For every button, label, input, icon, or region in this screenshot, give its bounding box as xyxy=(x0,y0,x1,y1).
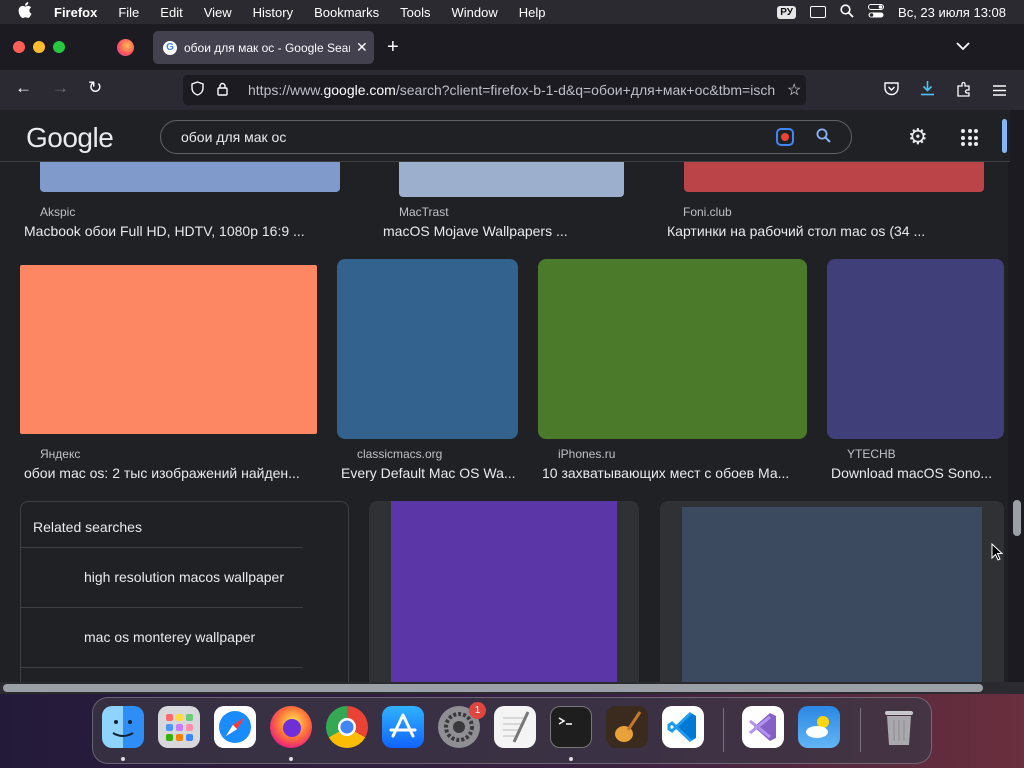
tab-close-icon[interactable]: ✕ xyxy=(356,39,368,56)
result-image-1[interactable] xyxy=(40,162,340,192)
input-language-indicator[interactable]: РУ xyxy=(777,5,797,19)
result-caption[interactable]: Macbook обои Full HD, HDTV, 1080p 16:9 .… xyxy=(24,223,305,239)
search-icon[interactable] xyxy=(816,128,831,147)
result-image-7[interactable] xyxy=(827,259,1004,439)
related-search-item[interactable]: mac os monterey wallpaper xyxy=(21,607,303,667)
dock-app-garageband[interactable] xyxy=(606,706,648,748)
extensions-icon[interactable] xyxy=(956,81,972,102)
dock-separator xyxy=(860,708,861,752)
menu-tools[interactable]: Tools xyxy=(400,5,430,20)
account-indicator[interactable] xyxy=(1002,119,1007,153)
url-text[interactable]: https://www.google.com/search?client=fir… xyxy=(248,82,776,98)
menu-edit[interactable]: Edit xyxy=(160,5,182,20)
address-bar[interactable]: https://www.google.com/search?client=fir… xyxy=(183,75,806,105)
back-button[interactable]: ← xyxy=(15,78,32,98)
vertical-scrollbar[interactable] xyxy=(1010,110,1024,682)
dock-app-app-store[interactable] xyxy=(382,706,424,748)
screen-mirroring-icon[interactable] xyxy=(810,6,827,18)
spotlight-search-icon[interactable] xyxy=(840,3,854,21)
dock-app-terminal[interactable] xyxy=(550,706,592,748)
search-input[interactable]: обои для мак ос xyxy=(181,129,776,145)
new-tab-button[interactable]: + xyxy=(387,36,399,59)
menu-window[interactable]: Window xyxy=(452,5,498,20)
horizontal-scrollbar-thumb[interactable] xyxy=(3,684,983,692)
active-tab[interactable]: G обои для мак ос - Google Search ✕ xyxy=(153,31,374,64)
vertical-scrollbar-thumb[interactable] xyxy=(1013,500,1021,536)
related-searches-panel: Related searches high resolution macos w… xyxy=(20,501,349,682)
lock-icon[interactable] xyxy=(217,82,231,99)
dock-app-weather[interactable] xyxy=(798,706,840,748)
result-caption[interactable]: Every Default Mac OS Wa... xyxy=(341,465,516,481)
result-source[interactable]: iPhones.ru xyxy=(558,447,615,461)
dock-trash[interactable] xyxy=(878,706,920,748)
result-source[interactable]: Foni.club xyxy=(683,205,732,219)
menu-firefox[interactable]: Firefox xyxy=(54,5,97,20)
dock-app-textedit[interactable] xyxy=(494,706,536,748)
result-caption[interactable]: 10 захватывающих мест с обоев Ма... xyxy=(542,465,789,481)
menu-history[interactable]: History xyxy=(253,5,293,20)
image-results: Akspic Macbook обои Full HD, HDTV, 1080p… xyxy=(0,162,1008,682)
dock-app-launchpad[interactable] xyxy=(158,706,200,748)
result-image-3[interactable] xyxy=(684,162,984,192)
result-image-8[interactable] xyxy=(391,501,617,682)
running-indicator xyxy=(569,757,573,761)
control-center-icon[interactable] xyxy=(868,3,885,21)
google-apps-grid-icon[interactable] xyxy=(961,129,978,146)
macos-menubar: Firefox File Edit View History Bookmarks… xyxy=(0,0,1024,24)
result-source[interactable]: MacTrast xyxy=(399,205,449,219)
result-caption[interactable]: Download macOS Sono... xyxy=(831,465,992,481)
menu-bookmarks[interactable]: Bookmarks xyxy=(314,5,379,20)
settings-gear-icon[interactable]: ⚙ xyxy=(908,124,928,150)
menubar-clock[interactable]: Вс, 23 июля 13:08 xyxy=(898,5,1006,20)
firefox-view-icon[interactable] xyxy=(117,39,134,56)
dock-app-visual-studio[interactable] xyxy=(742,706,784,748)
menu-view[interactable]: View xyxy=(204,5,232,20)
reload-button[interactable]: ↻ xyxy=(88,78,102,98)
app-menu-icon[interactable] xyxy=(993,83,1006,101)
window-controls xyxy=(13,41,65,53)
google-favicon-icon: G xyxy=(163,40,177,55)
list-all-tabs-button[interactable] xyxy=(956,38,970,54)
close-window-button[interactable] xyxy=(13,41,25,53)
search-box[interactable]: обои для мак ос xyxy=(160,120,852,154)
result-caption[interactable]: macOS Mojave Wallpapers ... xyxy=(383,223,568,239)
forward-button[interactable]: → xyxy=(52,78,69,98)
bookmark-star-icon[interactable]: ☆ xyxy=(787,80,801,100)
menu-file[interactable]: File xyxy=(118,5,139,20)
result-image-9[interactable] xyxy=(682,507,982,682)
menu-help[interactable]: Help xyxy=(519,5,546,20)
tab-title: обои для мак ос - Google Search xyxy=(184,40,350,55)
google-lens-icon[interactable] xyxy=(776,128,794,146)
related-searches-heading: Related searches xyxy=(33,519,142,535)
result-source[interactable]: Яндекс xyxy=(40,447,80,461)
result-caption[interactable]: обои mac os: 2 тыс изображений найден... xyxy=(24,465,310,481)
related-search-divider xyxy=(21,667,303,682)
dock-app-finder[interactable] xyxy=(102,706,144,748)
dock-app-firefox[interactable] xyxy=(270,706,312,748)
result-image-5[interactable] xyxy=(337,259,518,439)
result-source[interactable]: classicmacs.org xyxy=(357,447,442,461)
apple-menu-icon[interactable] xyxy=(18,2,36,22)
result-image-2[interactable] xyxy=(399,162,624,197)
result-source[interactable]: Akspic xyxy=(40,205,75,219)
mouse-pointer-icon xyxy=(991,542,1004,566)
result-image-4[interactable] xyxy=(20,265,317,434)
result-source[interactable]: YTECHB xyxy=(847,447,896,461)
notification-badge: 1 xyxy=(469,702,486,719)
dock-separator xyxy=(723,708,724,752)
tracking-protection-shield-icon[interactable] xyxy=(191,81,205,99)
pocket-icon[interactable] xyxy=(884,82,899,101)
result-image-6[interactable] xyxy=(538,259,807,439)
google-logo[interactable]: Google xyxy=(26,122,114,154)
downloads-icon[interactable] xyxy=(920,80,935,101)
running-indicator xyxy=(121,757,125,761)
minimize-window-button[interactable] xyxy=(33,41,45,53)
running-indicator xyxy=(289,757,293,761)
result-caption[interactable]: Картинки на рабочий стол mac os (34 ... xyxy=(667,223,925,239)
zoom-window-button[interactable] xyxy=(53,41,65,53)
dock-app-chrome[interactable] xyxy=(326,706,368,748)
dock-app-vscode[interactable] xyxy=(662,706,704,748)
dock-app-safari[interactable] xyxy=(214,706,256,748)
related-search-item[interactable]: high resolution macos wallpaper xyxy=(21,547,303,607)
